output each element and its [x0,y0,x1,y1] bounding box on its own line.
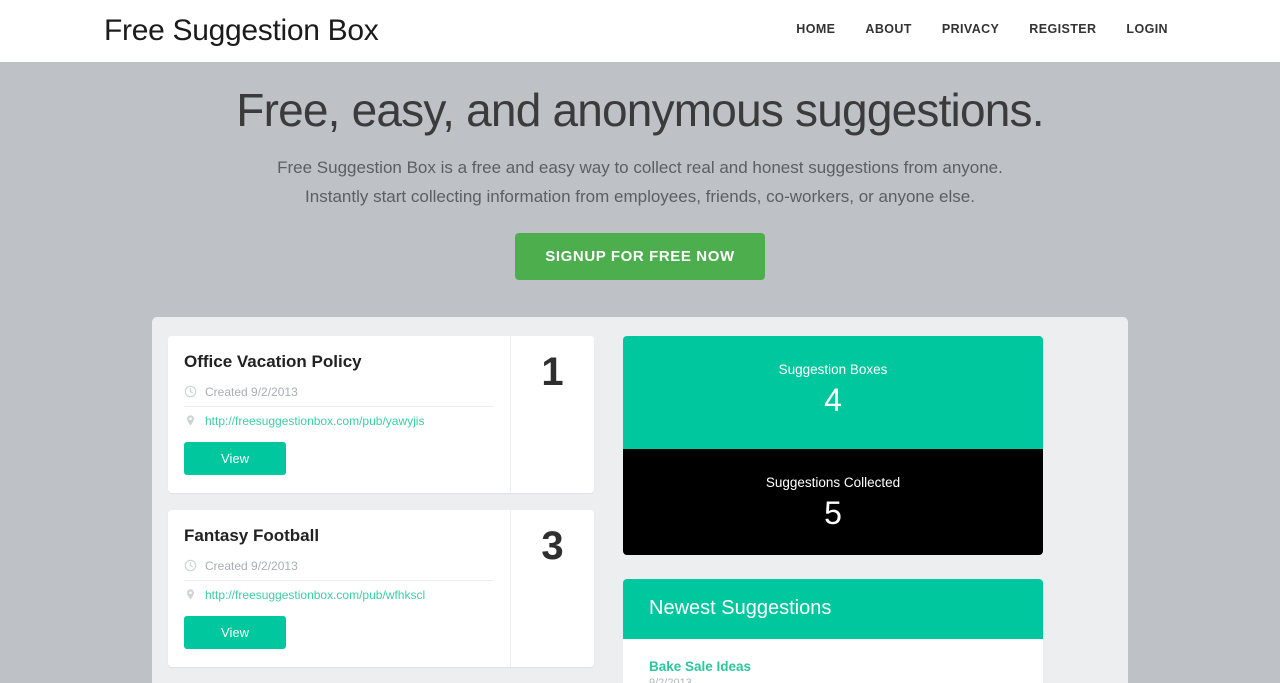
public-url-link[interactable]: http://freesuggestionbox.com/pub/yawyjis [205,414,424,428]
cta-container: SIGNUP FOR FREE NOW [0,232,1280,280]
suggestion-box-card-body: Office Vacation Policy Created 9/2/2013 … [168,336,510,493]
nav-item-privacy[interactable]: PRIVACY [942,22,999,36]
url-row: http://freesuggestionbox.com/pub/wfhkscl [184,579,494,609]
view-button[interactable]: View [184,615,286,649]
dashboard-sidebar: Suggestion Boxes 4 Suggestions Collected… [623,335,1043,683]
suggestion-box-card[interactable]: Office Vacation Policy Created 9/2/2013 … [168,335,594,493]
hero-section: Free, easy, and anonymous suggestions. F… [0,62,1280,280]
hero-subtitle-line-2: Instantly start collecting information f… [305,186,975,206]
url-row: http://freesuggestionbox.com/pub/yawyjis [184,405,494,435]
nav-item-register[interactable]: REGISTER [1029,22,1096,36]
suggestion-box-title: Fantasy Football [184,525,320,545]
clock-icon [184,385,197,398]
created-row: Created 9/2/2013 [184,382,494,406]
clock-icon [184,559,197,572]
stat-label: Suggestions Collected [765,474,901,490]
newest-suggestions-card: Newest Suggestions Bake Sale Ideas 9/2/2… [623,578,1043,683]
stat-value: 4 [824,381,842,418]
newest-suggestions-body: Bake Sale Ideas 9/2/2013 Apple pies sold… [623,639,1043,683]
map-pin-icon [187,415,194,426]
public-url-link[interactable]: http://freesuggestionbox.com/pub/wfhkscl [205,588,425,602]
nav-item-home[interactable]: HOME [796,22,835,36]
suggestion-count: 3 [510,509,594,667]
view-button[interactable]: View [184,441,286,475]
nav-item-login[interactable]: LOGIN [1126,22,1168,36]
newest-suggestions-heading: Newest Suggestions [623,578,1043,639]
signup-button[interactable]: SIGNUP FOR FREE NOW [515,232,765,280]
hero-subtitle-line-1: Free Suggestion Box is a free and easy w… [277,157,1003,177]
map-pin-icon [187,589,194,600]
nav-item-about[interactable]: ABOUT [865,22,911,36]
stat-tile-suggestions-collected: Suggestions Collected 5 [623,448,1043,555]
dashboard-panel: Office Vacation Policy Created 9/2/2013 … [152,316,1128,683]
stat-tile-suggestion-boxes: Suggestion Boxes 4 [623,335,1043,449]
newest-suggestion-box-link[interactable]: Bake Sale Ideas [649,659,751,674]
created-label: Created 9/2/2013 [205,384,298,399]
newest-suggestion-date: 9/2/2013 [649,676,692,683]
site-header: Free Suggestion Box HOME ABOUT PRIVACY R… [0,0,1280,62]
hero-title: Free, easy, and anonymous suggestions. [236,84,1044,136]
hero-subtitle: Free Suggestion Box is a free and easy w… [0,153,1280,211]
stat-tiles: Suggestion Boxes 4 Suggestions Collected… [623,335,1043,555]
suggestion-count: 1 [510,335,594,493]
suggestion-box-title: Office Vacation Policy [184,351,362,371]
suggestion-box-card[interactable]: Fantasy Football Created 9/2/2013 http:/… [168,509,594,667]
stat-label: Suggestion Boxes [778,361,888,377]
stat-value: 5 [824,494,842,531]
main-navigation: HOME ABOUT PRIVACY REGISTER LOGIN [796,22,1168,36]
suggestion-box-card-body: Fantasy Football Created 9/2/2013 http:/… [168,510,510,667]
brand-logo[interactable]: Free Suggestion Box [104,16,379,46]
created-row: Created 9/2/2013 [184,556,494,580]
suggestion-box-list: Office Vacation Policy Created 9/2/2013 … [168,335,594,683]
created-label: Created 9/2/2013 [205,558,298,573]
